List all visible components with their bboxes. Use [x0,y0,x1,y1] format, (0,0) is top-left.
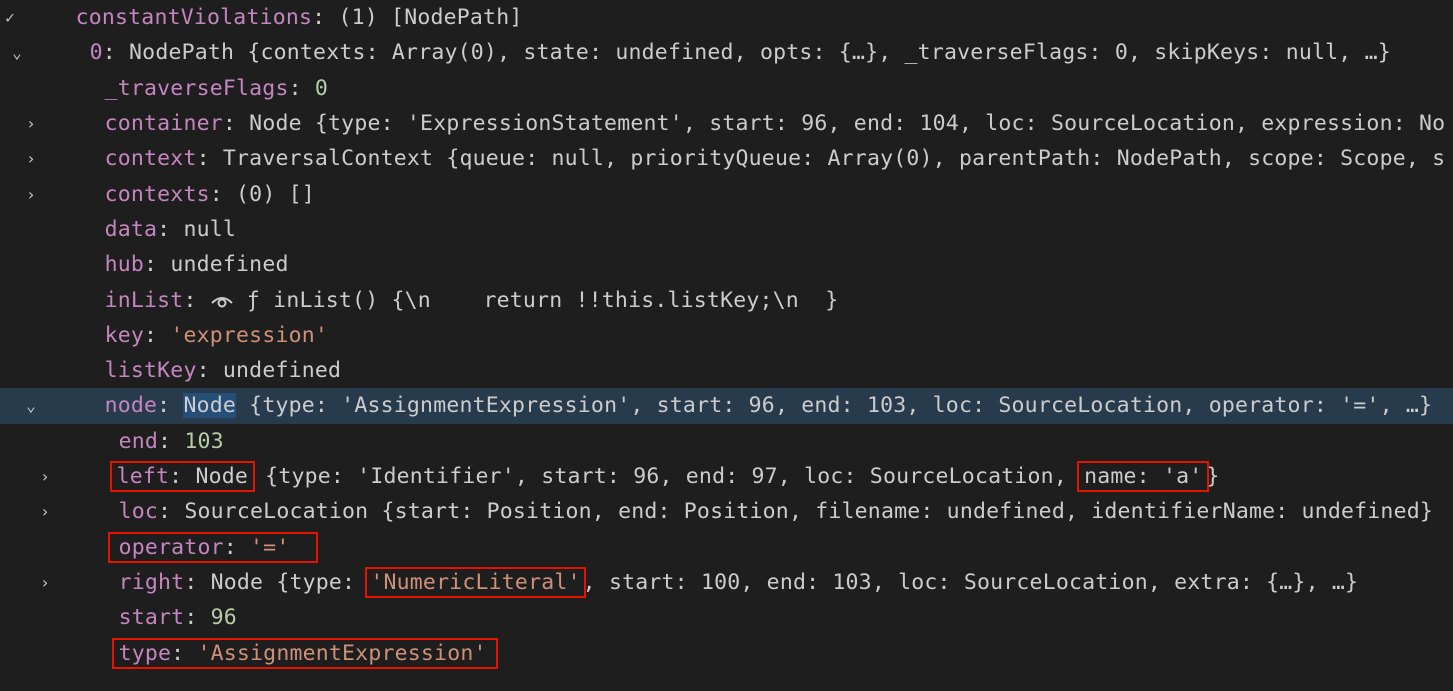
chevron-down-icon[interactable]: ⌄ [7,43,27,63]
annotation-box: 'NumericLiteral' [365,566,586,598]
prop-value: 'AssignmentExpression' [197,640,487,666]
chevron-right-icon[interactable]: › [21,184,41,204]
chevron-right-icon[interactable]: › [35,572,55,592]
tree-row-type[interactable]: type: 'AssignmentExpression' [0,635,1453,670]
chevron-right-icon[interactable]: › [21,114,41,134]
chevron-right-icon[interactable]: › [35,502,55,522]
chevron-right-icon[interactable]: › [21,149,41,169]
chevron-right-icon[interactable]: › [35,467,55,487]
chevron-down-icon[interactable]: ⌄ [21,396,41,416]
prop-value: SourceLocation {start: Position, end: Po… [184,499,1434,525]
chevron-down-icon[interactable]: ✓ [0,8,20,28]
annotation-box: type: 'AssignmentExpression' [111,637,498,669]
prop-value: (0) [] [236,181,315,207]
prop-value: {type: 'AssignmentExpression', start: 96… [236,393,1433,419]
prop-value: TraversalContext {queue: null, priorityQ… [222,146,1446,172]
prop-key: type [118,640,172,666]
